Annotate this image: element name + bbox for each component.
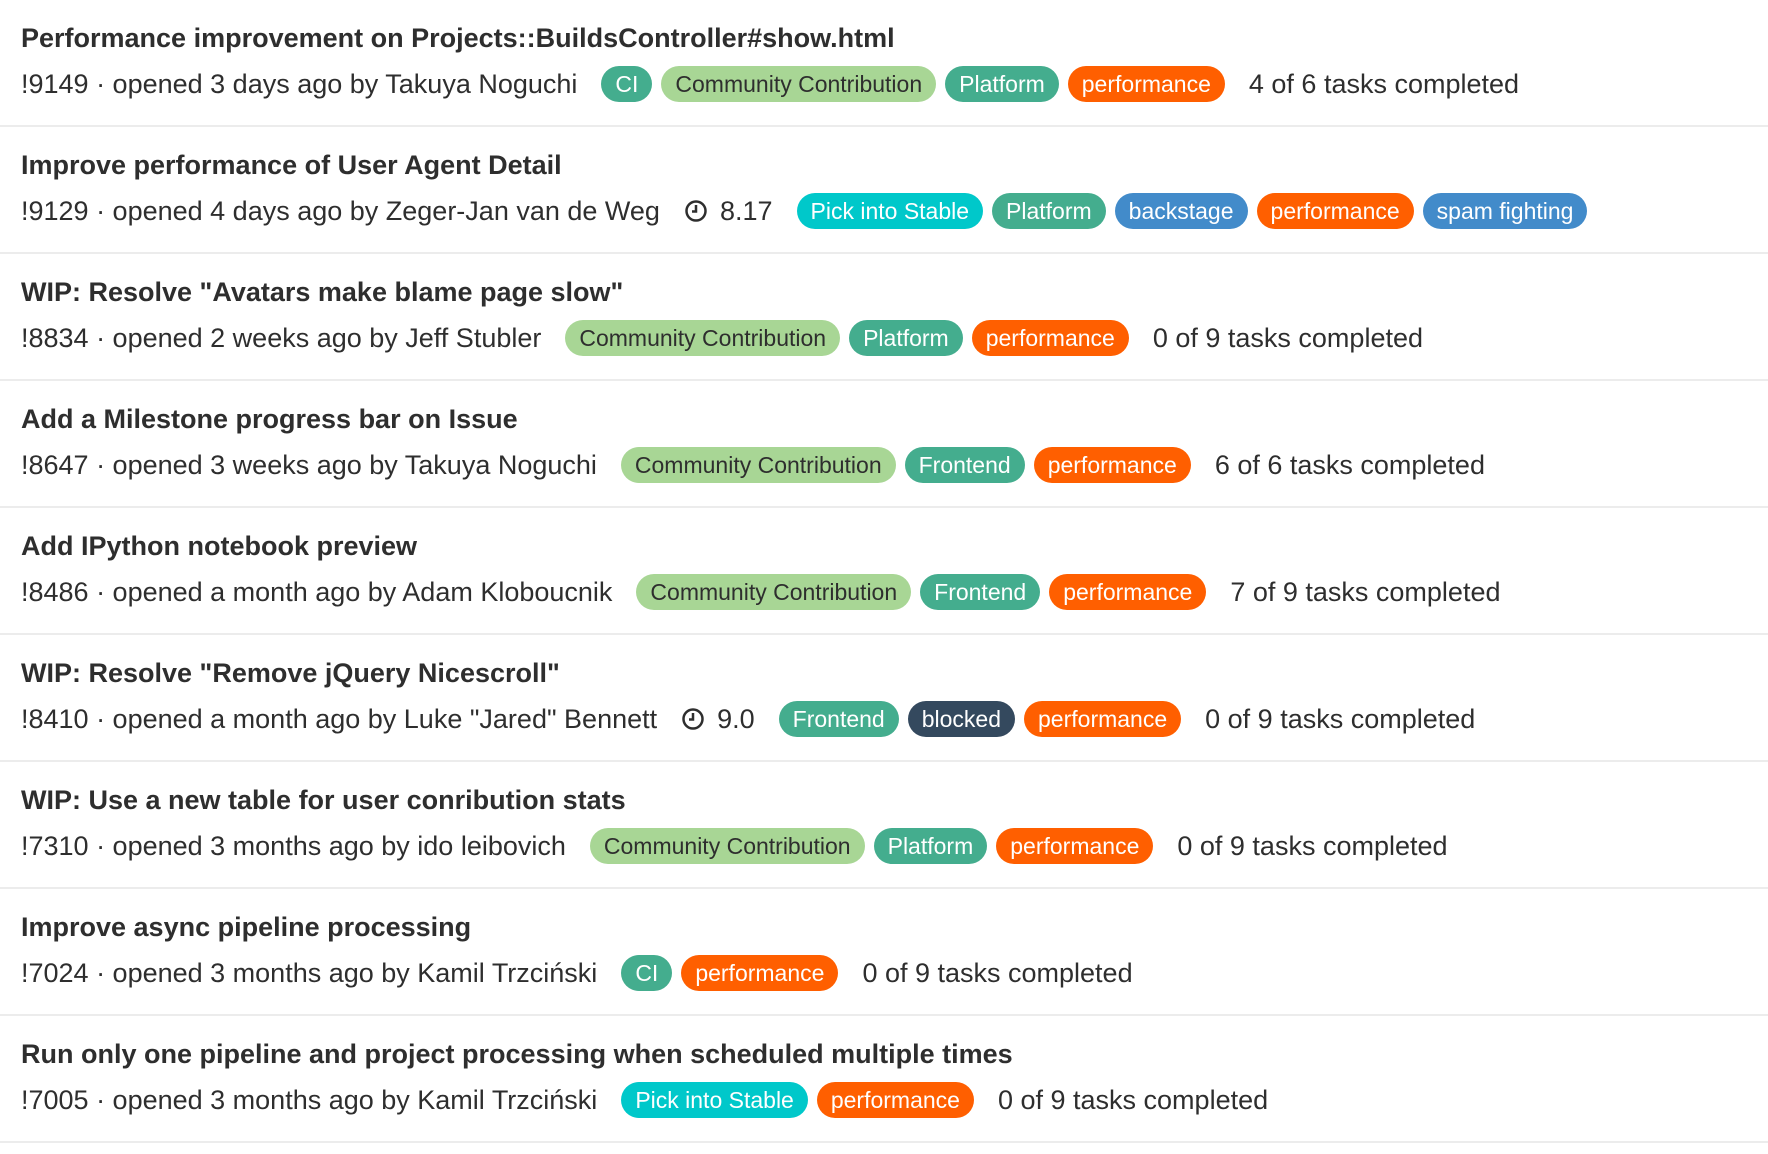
merge-request-row: Add IPython notebook preview !8486 · open…: [0, 508, 1768, 635]
merge-request-title[interactable]: WIP: Use a new table for user conributio…: [21, 784, 1768, 816]
label-badge[interactable]: spam fighting: [1422, 193, 1588, 229]
merge-request-title[interactable]: Run only one pipeline and project proces…: [21, 1038, 1768, 1070]
merge-request-info: !7005 · opened 3 months ago by Kamil Trz…: [21, 1085, 598, 1115]
task-status: 0 of 9 tasks completed: [1205, 704, 1476, 734]
milestone-label: 9.0: [717, 704, 755, 734]
label-badge[interactable]: performance: [1033, 447, 1191, 483]
labels: Community Contribution Frontend performanc…: [620, 447, 1191, 483]
label-badge[interactable]: performance: [681, 955, 839, 991]
label-badge[interactable]: Community Contribution: [565, 320, 841, 356]
merge-request-title[interactable]: WIP: Resolve "Remove jQuery Nicescroll": [21, 657, 1768, 689]
label-badge[interactable]: Community Contribution: [661, 66, 937, 102]
label-badge[interactable]: Platform: [945, 66, 1059, 102]
label-badge[interactable]: Frontend: [920, 574, 1041, 610]
merge-request-title[interactable]: Improve performance of User Agent Detail: [21, 149, 1768, 181]
labels: Pick into Stable performance: [621, 1082, 974, 1118]
merge-request-meta: !8647 · opened 3 weeks ago by Takuya Nog…: [21, 447, 1768, 483]
label-badge[interactable]: performance: [816, 1082, 974, 1118]
label-badge[interactable]: performance: [996, 828, 1154, 864]
label-badge[interactable]: Pick into Stable: [621, 1082, 808, 1118]
labels: Pick into Stable Platform backstage perform…: [796, 193, 1588, 229]
labels: Frontend blocked performance: [778, 701, 1182, 737]
merge-request-row: WIP: Resolve "Avatars make blame page sl…: [0, 254, 1768, 381]
label-badge[interactable]: Frontend: [778, 701, 899, 737]
task-status: 0 of 9 tasks completed: [862, 958, 1133, 988]
label-badge[interactable]: CI: [621, 955, 673, 991]
label-badge[interactable]: backstage: [1114, 193, 1248, 229]
task-status: 7 of 9 tasks completed: [1230, 577, 1501, 607]
label-badge[interactable]: Community Contribution: [620, 447, 896, 483]
labels: CI Community Contribution Platform performa…: [601, 66, 1225, 102]
merge-request-info: !9149 · opened 3 days ago by Takuya Nogu…: [21, 69, 578, 99]
merge-request-row: WIP: Resolve "Remove jQuery Nicescroll"!…: [0, 635, 1768, 762]
milestone-label: 8.17: [719, 196, 773, 226]
label-badge[interactable]: performance: [971, 320, 1129, 356]
merge-request-row: Improve async pipeline processing !7024 ·…: [0, 889, 1768, 1016]
merge-request-info: !8647 · opened 3 weeks ago by Takuya Nog…: [21, 450, 597, 480]
label-badge[interactable]: Pick into Stable: [796, 193, 984, 229]
label-badge[interactable]: CI: [601, 66, 653, 102]
merge-request-row: Run only one pipeline and project proces…: [0, 1016, 1768, 1143]
task-status: 0 of 9 tasks completed: [1152, 323, 1423, 353]
label-badge[interactable]: Community Contribution: [636, 574, 912, 610]
task-status: 0 of 9 tasks completed: [997, 1085, 1269, 1115]
clock-icon: [681, 707, 711, 731]
task-status: 4 of 6 tasks completed: [1248, 69, 1520, 99]
merge-request-title[interactable]: Add a Milestone progress bar on Issue: [21, 403, 1768, 435]
merge-request-info: !9129 · opened 4 days ago by Zeger-Jan v…: [21, 196, 660, 226]
merge-request-meta: !7024 · opened 3 months ago by Kamil Trz…: [21, 955, 1768, 991]
merge-request-info: !7024 · opened 3 months ago by Kamil Trz…: [21, 958, 598, 988]
clock-icon: [684, 199, 714, 223]
merge-request-title[interactable]: Add IPython notebook preview: [21, 530, 1768, 562]
merge-request-info: !8834 · opened 2 weeks ago by Jeff Stubl…: [21, 323, 542, 353]
label-badge[interactable]: Frontend: [904, 447, 1025, 483]
merge-request-info: !8486 · opened a month ago by Adam Klobo…: [21, 577, 613, 607]
milestone[interactable]: 8.17: [684, 193, 773, 229]
labels: Community Contribution Platform performanc…: [565, 320, 1129, 356]
label-badge[interactable]: Platform: [873, 828, 988, 864]
merge-request-row: Add a Milestone progress bar on Issue !86…: [0, 381, 1768, 508]
merge-request-meta: !8410 · opened a month ago by Luke "Jare…: [21, 701, 1768, 737]
merge-request-meta: !7310 · opened 3 months ago by ido leibo…: [21, 828, 1768, 864]
label-badge[interactable]: performance: [1024, 701, 1182, 737]
labels: CI performance: [621, 955, 839, 991]
label-badge[interactable]: Community Contribution: [589, 828, 865, 864]
milestone[interactable]: 9.0: [681, 701, 755, 737]
label-badge[interactable]: performance: [1067, 66, 1225, 102]
merge-request-title[interactable]: Improve async pipeline processing: [21, 911, 1768, 943]
merge-request-row: Improve performance of User Agent Detail…: [0, 127, 1768, 254]
merge-request-meta: !7005 · opened 3 months ago by Kamil Trz…: [21, 1082, 1768, 1118]
task-status: 0 of 9 tasks completed: [1177, 831, 1448, 861]
merge-request-meta: !9129 · opened 4 days ago by Zeger-Jan v…: [21, 193, 1768, 229]
merge-request-meta: !8486 · opened a month ago by Adam Klobo…: [21, 574, 1768, 610]
task-status: 6 of 6 tasks completed: [1214, 450, 1485, 480]
merge-request-meta: !8834 · opened 2 weeks ago by Jeff Stubl…: [21, 320, 1768, 356]
labels: Community Contribution Platform performanc…: [589, 828, 1154, 864]
label-badge[interactable]: blocked: [907, 701, 1016, 737]
merge-request-list: Performance improvement on Projects::Bui…: [0, 0, 1768, 1143]
label-badge[interactable]: Platform: [849, 320, 963, 356]
merge-request-info: !8410 · opened a month ago by Luke "Jare…: [21, 704, 658, 734]
label-badge[interactable]: Platform: [992, 193, 1106, 229]
merge-request-title[interactable]: WIP: Resolve "Avatars make blame page sl…: [21, 276, 1768, 308]
merge-request-row: WIP: Use a new table for user conributio…: [0, 762, 1768, 889]
merge-request-meta: !9149 · opened 3 days ago by Takuya Nogu…: [21, 66, 1768, 102]
label-badge[interactable]: performance: [1256, 193, 1414, 229]
label-badge[interactable]: performance: [1049, 574, 1207, 610]
merge-request-info: !7310 · opened 3 months ago by ido leibo…: [21, 831, 566, 861]
merge-request-title[interactable]: Performance improvement on Projects::Bui…: [21, 22, 1768, 54]
merge-request-row: Performance improvement on Projects::Bui…: [0, 0, 1768, 127]
labels: Community Contribution Frontend performanc…: [636, 574, 1207, 610]
